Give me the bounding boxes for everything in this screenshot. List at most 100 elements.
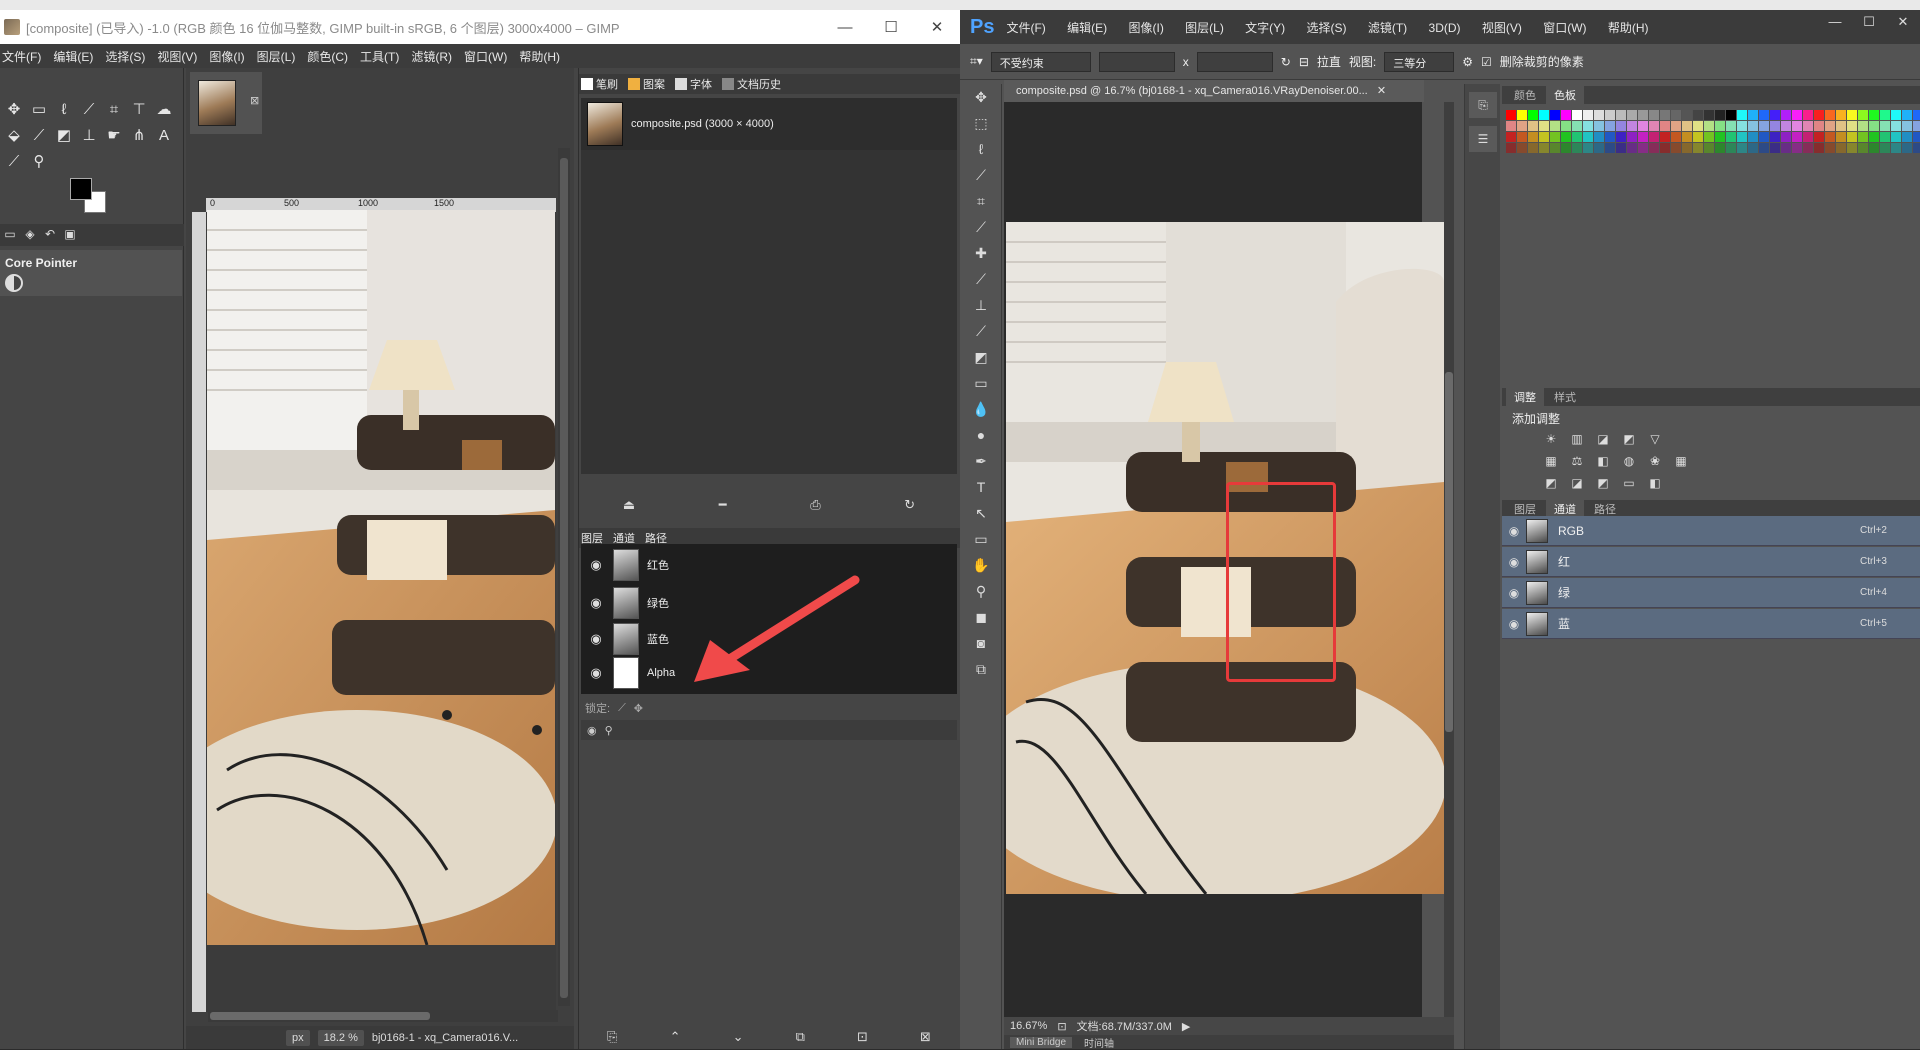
- swatch-cell[interactable]: [1638, 121, 1648, 131]
- gimp-maximize-button[interactable]: ☐: [868, 18, 914, 36]
- blur-tool-icon[interactable]: 💧: [960, 396, 1002, 422]
- color-balance-icon[interactable]: ⚖: [1568, 454, 1586, 470]
- dodge-tool-icon[interactable]: ●: [960, 422, 1002, 448]
- gimp-menu-colors[interactable]: 颜色(C): [307, 48, 348, 65]
- black-white-icon[interactable]: ◧: [1594, 454, 1612, 470]
- swatch-cell[interactable]: [1737, 143, 1747, 153]
- move-tool-icon[interactable]: ✥: [960, 84, 1002, 110]
- swatch-cell[interactable]: [1693, 121, 1703, 131]
- swatch-cell[interactable]: [1836, 143, 1846, 153]
- move-tool-icon[interactable]: ✥: [2, 98, 26, 122]
- tool-options-tab-icon[interactable]: ▭: [2, 227, 18, 243]
- gimp-image-tab[interactable]: ⊠: [190, 72, 262, 134]
- swatch-cell[interactable]: [1825, 121, 1835, 131]
- swatch-cell[interactable]: [1858, 121, 1868, 131]
- swatch-cell[interactable]: [1902, 132, 1912, 142]
- paths-tool-icon[interactable]: ⋔: [127, 124, 151, 148]
- swatch-cell[interactable]: [1748, 143, 1758, 153]
- swatch-cell[interactable]: [1539, 121, 1549, 131]
- ratio-select[interactable]: 不受约束: [990, 51, 1091, 72]
- tab-patterns[interactable]: 图案: [628, 76, 665, 92]
- swap-icon[interactable]: ↻: [1281, 55, 1291, 69]
- fuzzy-select-tool-icon[interactable]: ⟋: [77, 98, 101, 122]
- swatch-cell[interactable]: [1847, 132, 1857, 142]
- swatch-cell[interactable]: [1561, 143, 1571, 153]
- tab-timeline[interactable]: 时间轴: [1084, 1035, 1114, 1050]
- width-field[interactable]: [1098, 51, 1175, 72]
- eye-icon[interactable]: ◉: [585, 665, 607, 681]
- swatch-cell[interactable]: [1715, 121, 1725, 131]
- hand-tool-icon[interactable]: ✋: [960, 552, 1002, 578]
- swatch-cell[interactable]: [1726, 110, 1736, 120]
- swatch-cell[interactable]: [1792, 143, 1802, 153]
- swatch-cell[interactable]: [1770, 121, 1780, 131]
- swatch-cell[interactable]: [1517, 132, 1527, 142]
- swatch-cell[interactable]: [1528, 143, 1538, 153]
- gimp-vertical-scroll-thumb[interactable]: [560, 158, 568, 998]
- gimp-menu-select[interactable]: 选择(S): [105, 48, 145, 65]
- ps-menu-image[interactable]: 图像(I): [1128, 21, 1163, 35]
- swatch-cell[interactable]: [1836, 110, 1846, 120]
- undo-history-tab-icon[interactable]: ↶: [42, 227, 58, 243]
- swatch-cell[interactable]: [1561, 110, 1571, 120]
- invert-icon[interactable]: ◩: [1542, 476, 1560, 492]
- ps-menu-select[interactable]: 选择(S): [1307, 21, 1347, 35]
- tab-document-history[interactable]: 文档历史: [722, 76, 781, 92]
- levels-icon[interactable]: ▥: [1568, 432, 1586, 448]
- swatch-cell[interactable]: [1583, 110, 1593, 120]
- zoom-tool-icon[interactable]: ⚲: [960, 578, 1002, 604]
- swatch-cell[interactable]: [1671, 121, 1681, 131]
- swatch-cell[interactable]: [1506, 121, 1516, 131]
- swatch-cell[interactable]: [1649, 132, 1659, 142]
- swatch-cell[interactable]: [1803, 121, 1813, 131]
- unit-selector[interactable]: px: [286, 1029, 310, 1046]
- swatch-cell[interactable]: [1561, 121, 1571, 131]
- height-field[interactable]: [1196, 51, 1273, 72]
- exposure-icon[interactable]: ◩: [1620, 432, 1638, 448]
- swatch-cell[interactable]: [1814, 110, 1824, 120]
- swatch-cell[interactable]: [1704, 121, 1714, 131]
- swatch-cell[interactable]: [1759, 110, 1769, 120]
- fg-bg-color-icon[interactable]: ◼: [960, 604, 1002, 630]
- swatch-cell[interactable]: [1583, 132, 1593, 142]
- swatch-cell[interactable]: [1550, 143, 1560, 153]
- edit-channel-icon[interactable]: ⎘: [607, 1029, 617, 1045]
- ps-vertical-scrollbar[interactable]: [1444, 102, 1454, 1017]
- swatch-cell[interactable]: [1748, 121, 1758, 131]
- channel-row-green[interactable]: ◉ 绿 Ctrl+4: [1502, 578, 1920, 608]
- tab-brushes[interactable]: 笔刷: [581, 76, 618, 92]
- swatch-cell[interactable]: [1715, 143, 1725, 153]
- swatch-cell[interactable]: [1539, 110, 1549, 120]
- gimp-menu-file[interactable]: 文件(F): [2, 48, 41, 65]
- swatch-cell[interactable]: [1572, 110, 1582, 120]
- bucket-fill-tool-icon[interactable]: ⬙: [2, 124, 26, 148]
- history-panel-icon[interactable]: ⎘: [1469, 92, 1497, 118]
- swatch-cell[interactable]: [1880, 110, 1890, 120]
- swatch-cell[interactable]: [1858, 132, 1868, 142]
- swatch-cell[interactable]: [1847, 121, 1857, 131]
- swatch-cell[interactable]: [1693, 143, 1703, 153]
- swatch-cell[interactable]: [1594, 110, 1604, 120]
- swatch-cell[interactable]: [1858, 143, 1868, 153]
- gradient-map-icon[interactable]: ▭: [1620, 476, 1638, 492]
- clear-history-icon[interactable]: ⎙: [810, 497, 820, 513]
- transform-tool-icon[interactable]: ⊤: [127, 98, 151, 122]
- swatch-cell[interactable]: [1726, 121, 1736, 131]
- swatch-cell[interactable]: [1682, 110, 1692, 120]
- swatch-cell[interactable]: [1913, 132, 1920, 142]
- swatch-cell[interactable]: [1737, 121, 1747, 131]
- swatch-cell[interactable]: [1759, 121, 1769, 131]
- swatch-cell[interactable]: [1781, 132, 1791, 142]
- fg-bg-color-selector[interactable]: [70, 178, 114, 218]
- warp-tool-icon[interactable]: ☁: [152, 98, 176, 122]
- swatch-cell[interactable]: [1528, 121, 1538, 131]
- refresh-icon[interactable]: ↻: [904, 497, 915, 513]
- swatch-cell[interactable]: [1682, 143, 1692, 153]
- swatch-cell[interactable]: [1803, 132, 1813, 142]
- quick-mask-icon[interactable]: ◙: [960, 630, 1002, 656]
- device-status-tab-icon[interactable]: ◈: [22, 227, 38, 243]
- swatch-cell[interactable]: [1781, 121, 1791, 131]
- pen-tool-icon[interactable]: ✒: [960, 448, 1002, 474]
- zoom-selector[interactable]: 18.2 %: [317, 1029, 364, 1046]
- swatch-cell[interactable]: [1825, 110, 1835, 120]
